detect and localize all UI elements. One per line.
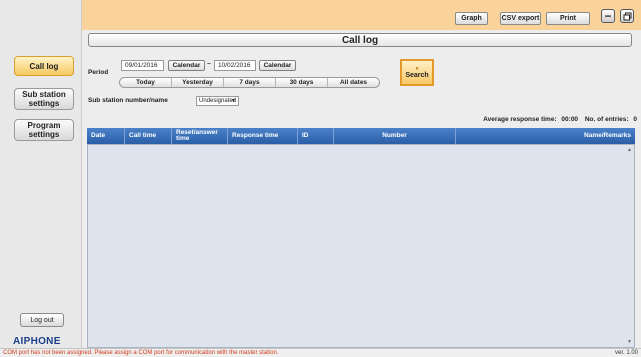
col-call-time[interactable]: Call time	[125, 128, 172, 144]
status-message: COM port has not been assigned. Please a…	[3, 350, 279, 356]
logout-label: Log out	[30, 316, 54, 324]
calendar-from-button[interactable]: Calendar	[168, 60, 205, 71]
chevron-down-icon: ▼	[231, 98, 236, 104]
call-log-nav-button[interactable]: Call log	[14, 56, 74, 76]
col-name-remarks[interactable]: Name/Remarks	[456, 128, 635, 144]
entries-label: No. of entries:	[584, 116, 629, 123]
date-range-selector: Today Yesterday 7 days 30 days All dates	[119, 77, 380, 88]
col-id[interactable]: ID	[298, 128, 334, 144]
sub-station-label: Sub station number/name	[88, 97, 168, 104]
avg-response-label: Average response time:	[483, 116, 557, 123]
top-toolbar: Graph CSV export Print	[82, 0, 641, 30]
period-label: Period	[88, 69, 109, 76]
print-button[interactable]: Print	[546, 12, 590, 25]
search-button[interactable]: ▾ Search	[400, 59, 434, 86]
call-log-table-body[interactable]: ▲ ▼	[87, 144, 635, 348]
calendar-from-label: Calendar	[172, 62, 201, 69]
range-7-days[interactable]: 7 days	[224, 78, 276, 87]
aiphone-logo: AIPHONE	[13, 336, 61, 347]
print-label: Print	[560, 15, 576, 22]
program-settings-nav-button[interactable]: Program settings	[14, 119, 74, 141]
page-title: Call log	[341, 35, 379, 46]
col-number[interactable]: Number	[334, 128, 456, 144]
range-today[interactable]: Today	[120, 78, 172, 87]
program-settings-nav-label: Program settings	[27, 121, 61, 139]
graph-button[interactable]: Graph	[455, 12, 488, 25]
graph-label: Graph	[461, 15, 482, 22]
entries-value: 0	[633, 116, 637, 123]
avg-response-value: 00:00	[561, 116, 579, 123]
range-all-dates[interactable]: All dates	[328, 78, 379, 87]
sub-station-select[interactable]: Undesignated ▼	[196, 96, 239, 106]
scroll-down-icon[interactable]: ▼	[627, 339, 632, 345]
csv-export-label: CSV export	[501, 15, 540, 22]
status-bar: COM port has not been assigned. Please a…	[0, 348, 641, 357]
date-to-field[interactable]: 10/02/2016	[214, 60, 256, 71]
date-from-field[interactable]: 09/01/2016	[121, 60, 164, 71]
main-panel: Call log Period 09/01/2016 Calendar ~ 10…	[82, 30, 641, 348]
range-yesterday[interactable]: Yesterday	[172, 78, 224, 87]
search-label: Search	[405, 72, 429, 79]
col-reset-answer-time[interactable]: Reset/answer time	[172, 128, 228, 144]
response-stats: Average response time: 00:00 No. of entr…	[483, 116, 637, 123]
sub-station-settings-nav-label: Sub station settings	[22, 90, 66, 108]
csv-export-button[interactable]: CSV export	[500, 12, 541, 25]
calendar-to-label: Calendar	[263, 62, 292, 69]
title-bar: Call log	[88, 33, 632, 47]
version-label: ver. 1.00	[614, 350, 638, 356]
minimize-icon[interactable]	[601, 9, 615, 23]
table-header: Date Call time Reset/answer time Respons…	[87, 128, 635, 144]
sidebar: Call log Sub station settings Program se…	[0, 0, 82, 348]
range-30-days[interactable]: 30 days	[276, 78, 328, 87]
scroll-up-icon[interactable]: ▲	[627, 147, 632, 153]
call-log-nav-label: Call log	[29, 61, 59, 71]
sub-station-settings-nav-button[interactable]: Sub station settings	[14, 88, 74, 110]
logout-button[interactable]: Log out	[20, 313, 64, 327]
date-separator: ~	[207, 61, 211, 68]
col-date[interactable]: Date	[87, 128, 125, 144]
calendar-to-button[interactable]: Calendar	[259, 60, 296, 71]
restore-icon[interactable]	[620, 9, 634, 23]
col-response-time[interactable]: Response time	[228, 128, 298, 144]
